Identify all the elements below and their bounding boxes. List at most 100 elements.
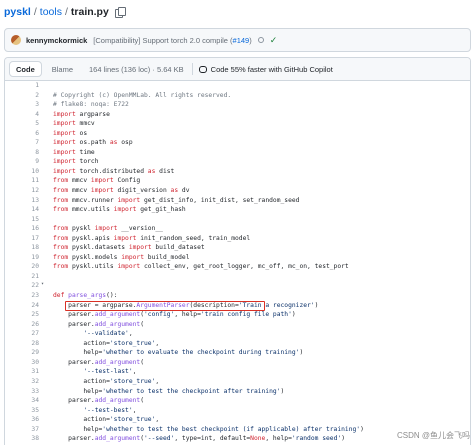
code-viewer: Code Blame 164 lines (136 loc) · 5.64 KB… (4, 57, 471, 445)
line-number[interactable]: 22 (5, 281, 53, 291)
file-meta: 164 lines (136 loc) · 5.64 KB (89, 64, 184, 74)
line-number[interactable]: 8 (5, 148, 53, 158)
line-text: from pyskl.datasets import build_dataset (53, 244, 205, 252)
line-text: parser.add_argument( (53, 320, 144, 328)
commit-message-suffix: ) (249, 35, 252, 45)
copilot-promo-text: Code 55% faster with GitHub Copilot (210, 64, 333, 74)
line-number[interactable]: 10 (5, 167, 53, 177)
check-icon[interactable]: ✓ (270, 35, 278, 46)
line-text: help='whether to test the checkpoint aft… (53, 387, 285, 395)
code-line: 18 from pyskl.datasets import build_datas… (5, 243, 470, 253)
line-text: '--test-best', (83, 406, 137, 414)
breadcrumb-folder-link[interactable]: tools (40, 6, 62, 18)
line-text: from mmcv.runner import get_dist_info, i… (53, 196, 300, 204)
line-number[interactable]: 11 (5, 176, 53, 186)
line-text: action='store_true', (53, 416, 160, 424)
breadcrumb-separator: / (64, 6, 68, 18)
line-number[interactable]: 26 (5, 320, 53, 330)
tab-blame[interactable]: Blame (46, 62, 79, 76)
line-number[interactable]: 32 (5, 377, 53, 387)
line-text: # flake8: noqa: E722 (53, 101, 129, 109)
line-text: import time (53, 148, 95, 156)
code-line: 1 (5, 81, 470, 91)
line-number[interactable]: 15 (5, 215, 53, 225)
code-line: 2 # Copyright (c) OpenMMLab. All rights r… (5, 91, 470, 101)
line-number[interactable]: 34 (5, 396, 53, 406)
line-number[interactable]: 29 (5, 348, 53, 358)
line-number[interactable]: 36 (5, 415, 53, 425)
line-number[interactable]: 12 (5, 186, 53, 196)
breadcrumb-repo-link[interactable]: pyskl (4, 6, 31, 18)
line-number[interactable]: 30 (5, 358, 53, 368)
line-number[interactable]: 13 (5, 196, 53, 206)
line-text: action='store_true', (53, 339, 160, 347)
line-number[interactable]: 25 (5, 310, 53, 320)
code-line: 7 import os.path as osp (5, 138, 470, 148)
code-line: 29 help='whether to evaluate the checkpo… (5, 348, 470, 358)
line-number[interactable]: 21 (5, 272, 53, 282)
code-line: 11 from mmcv import Config (5, 176, 470, 186)
line-number[interactable]: 16 (5, 224, 53, 234)
line-number[interactable]: 35 (5, 406, 53, 416)
line-text: parser.add_argument( (53, 397, 144, 405)
code-lines: ▾ 1 2 # Copyright (c) OpenMMLab. All right… (5, 81, 470, 444)
code-line: 14 from mmcv.utils import get_git_hash (5, 205, 470, 215)
line-number[interactable]: 31 (5, 367, 53, 377)
avatar[interactable] (11, 35, 21, 45)
line-number[interactable]: 27 (5, 329, 53, 339)
line-number[interactable]: 20 (5, 262, 53, 272)
line-number[interactable]: 5 (5, 119, 53, 129)
breadcrumb-separator: / (33, 6, 37, 18)
commit-message[interactable]: [Compatibility] Support torch 2.0 compil… (93, 36, 251, 45)
line-text: parser.add_argument('config', help='trai… (53, 311, 296, 319)
line-number[interactable]: 33 (5, 387, 53, 397)
line-text: from mmcv import digit_version as dv (53, 187, 190, 195)
line-number[interactable]: 24 (5, 301, 53, 311)
line-number[interactable]: 18 (5, 243, 53, 253)
code-line: 28 action='store_true', (5, 339, 470, 349)
file-header: Code Blame 164 lines (136 loc) · 5.64 KB… (5, 58, 470, 81)
line-number[interactable]: 7 (5, 138, 53, 148)
copilot-promo[interactable]: Code 55% faster with GitHub Copilot (198, 64, 333, 74)
line-text: help='whether to evaluate the checkpoint… (53, 349, 304, 357)
line-text: import argparse (53, 110, 110, 118)
code-line: 4 import argparse (5, 110, 470, 120)
chevron-down-icon[interactable]: ▾ (41, 281, 44, 287)
line-text: import mmcv (53, 120, 95, 128)
tab-code[interactable]: Code (9, 61, 42, 77)
line-text: import torch (53, 158, 99, 166)
highlight-box (65, 301, 265, 311)
code-line: 5 import mmcv (5, 119, 470, 129)
breadcrumb: pyskl / tools / train.py (4, 6, 126, 18)
line-number[interactable]: 6 (5, 129, 53, 139)
breadcrumb-file-name: train.py (70, 6, 109, 18)
commit-details-icon[interactable] (257, 37, 264, 43)
code-line: 27 '--validate', (5, 329, 470, 339)
line-number[interactable]: 3 (5, 100, 53, 110)
line-number[interactable]: 17 (5, 234, 53, 244)
copy-path-icon[interactable] (114, 7, 126, 18)
line-number[interactable]: 28 (5, 339, 53, 349)
code-line: 33 help='whether to test the checkpoint … (5, 387, 470, 397)
line-text: import os.path as osp (53, 139, 133, 147)
line-number[interactable]: 14 (5, 205, 53, 215)
line-number[interactable]: 1 (5, 81, 53, 91)
latest-commit-bar: kennymckormick [Compatibility] Support t… (4, 28, 471, 52)
commit-pr-link[interactable]: #149 (233, 36, 250, 45)
code-line: 15 (5, 215, 470, 225)
line-number[interactable]: 37 (5, 425, 53, 435)
code-line: 16 from pyskl import __version__ (5, 224, 470, 234)
code-line: 12 from mmcv import digit_version as dv (5, 186, 470, 196)
line-text: parser.add_argument('--seed', type=int, … (53, 435, 345, 443)
commit-author-link[interactable]: kennymckormick (26, 36, 87, 45)
code-line: 30 parser.add_argument( (5, 358, 470, 368)
line-text: from pyskl.models import build_model (53, 253, 190, 261)
line-number[interactable]: 23 (5, 291, 53, 301)
code-line: 36 action='store_true', (5, 415, 470, 425)
line-number[interactable]: 38 (5, 434, 53, 444)
line-number[interactable]: 2 (5, 91, 53, 101)
line-text: from mmcv import Config (53, 177, 141, 185)
line-number[interactable]: 4 (5, 110, 53, 120)
line-number[interactable]: 9 (5, 157, 53, 167)
line-number[interactable]: 19 (5, 253, 53, 263)
